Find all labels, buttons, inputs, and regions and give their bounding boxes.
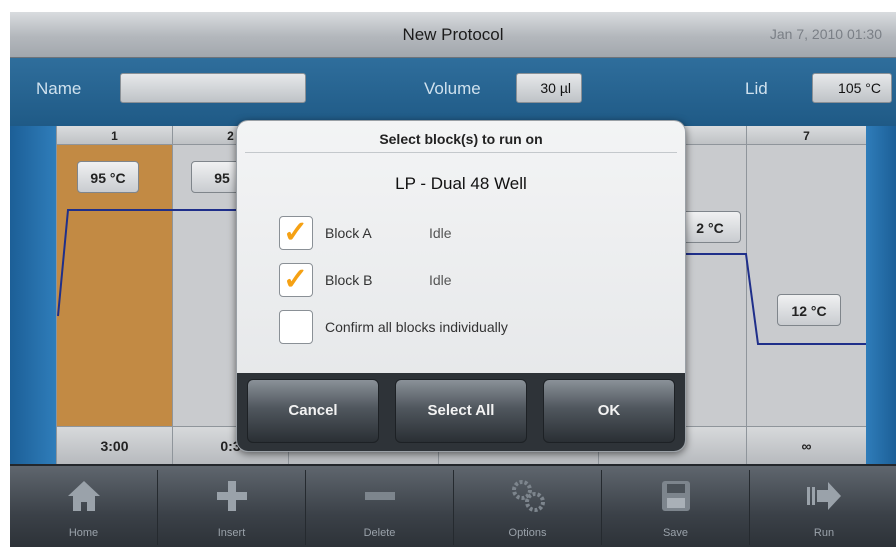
block-a-status: Idle	[429, 225, 452, 241]
confirm-individually-checkbox[interactable]	[279, 310, 313, 344]
block-b-checkbox[interactable]: ✓	[279, 263, 313, 297]
select-all-button[interactable]: Select All	[395, 379, 527, 443]
select-blocks-dialog: Select block(s) to run on LP - Dual 48 W…	[236, 120, 686, 452]
block-a-checkbox[interactable]: ✓	[279, 216, 313, 250]
confirm-individually-label: Confirm all blocks individually	[325, 319, 508, 335]
block-type-label: LP - Dual 48 Well	[395, 174, 527, 193]
block-a-label: Block A	[325, 225, 372, 241]
dialog-title: Select block(s) to run on	[379, 131, 543, 147]
cancel-button[interactable]: Cancel	[247, 379, 379, 443]
device-screen: New Protocol Jan 7, 2010 01:30 Name Volu…	[10, 12, 896, 547]
dialog-button-bar: Cancel Select All OK	[237, 373, 685, 451]
divider	[245, 152, 677, 153]
block-b-label: Block B	[325, 272, 373, 288]
block-b-status: Idle	[429, 272, 452, 288]
ok-button[interactable]: OK	[543, 379, 675, 443]
checkmark-icon: ✓	[283, 216, 309, 249]
checkmark-icon: ✓	[283, 263, 309, 296]
